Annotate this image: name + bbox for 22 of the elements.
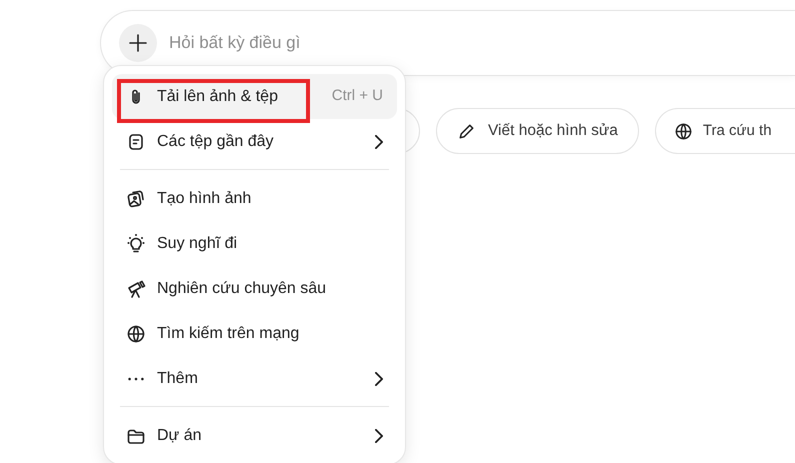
shortcut-label: Ctrl + U <box>332 86 383 106</box>
document-icon <box>126 132 146 152</box>
globe-icon <box>674 122 693 140</box>
plus-icon <box>128 33 148 53</box>
menu-item[interactable]: Thêm <box>112 356 397 401</box>
menu-item[interactable]: Nghiên cứu chuyên sâu <box>112 266 397 311</box>
suggestion-chip[interactable]: Tra cứu th <box>654 108 795 154</box>
suggestion-chip[interactable]: Viết hoặc hình sửa <box>436 108 639 154</box>
dots-icon <box>128 376 144 380</box>
menu-item[interactable]: Tìm kiếm trên mạng <box>112 311 397 356</box>
add-button[interactable] <box>119 24 157 62</box>
lightbulb-icon <box>126 234 146 254</box>
pencil-icon <box>457 122 476 140</box>
images-icon <box>126 188 146 208</box>
prompt-input[interactable]: Hỏi bất kỳ điều gì <box>167 29 567 57</box>
telescope-icon <box>126 278 146 298</box>
menu-item[interactable]: Dự án <box>112 413 397 458</box>
globe-icon <box>126 324 146 344</box>
menu-item[interactable]: Tải lên ảnh & tệp Ctrl + U <box>112 74 397 119</box>
menu-item[interactable]: Suy nghĩ đi <box>112 221 397 266</box>
menu-item[interactable]: Các tệp gần đây <box>112 119 397 164</box>
menu-item[interactable]: Tạo hình ảnh <box>112 176 397 221</box>
